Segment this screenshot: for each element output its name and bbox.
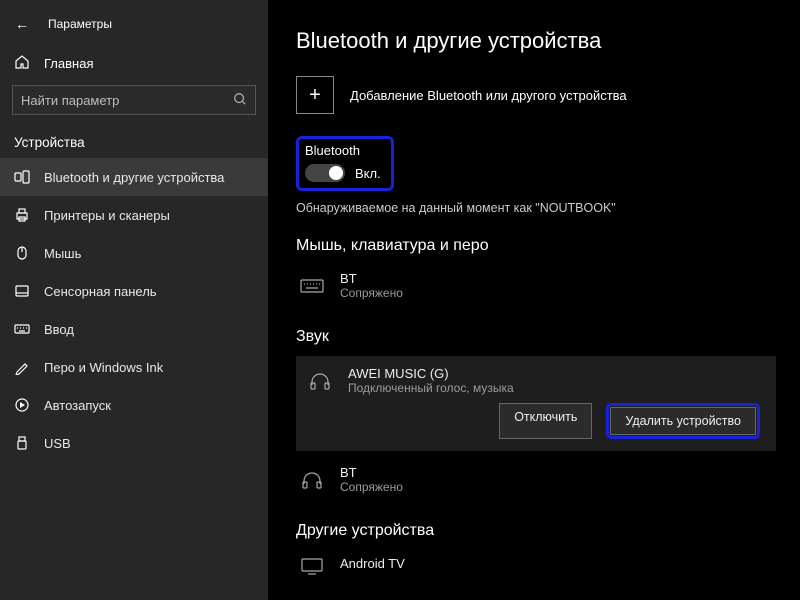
search-placeholder: Найти параметр [21,93,119,108]
headphones-icon [298,470,326,490]
bluetooth-toggle[interactable] [305,164,345,182]
section-other: Другие устройства Android TV [296,522,776,582]
device-row-keyboard[interactable]: BT Сопряжено [296,265,776,306]
section-heading: Мышь, клавиатура и перо [296,237,776,255]
nav-home-label: Главная [44,56,93,71]
main-content: Bluetooth и другие устройства + Добавлен… [268,0,800,600]
bluetooth-label: Bluetooth [305,143,381,158]
remove-highlight: Удалить устройство [606,403,760,439]
section-sound: Звук AWEI MUSIC (G) Подключенный голос, … [296,328,776,500]
device-row-bt[interactable]: BT Сопряжено [296,459,776,500]
add-button[interactable]: + [296,76,334,114]
plus-icon: + [309,84,321,107]
device-name: Android TV [340,556,405,571]
bluetooth-devices-icon [14,169,30,185]
search-icon [233,92,247,109]
add-label: Добавление Bluetooth или другого устройс… [350,88,627,103]
mouse-icon [14,245,30,261]
window-header: ← Параметры [0,8,268,46]
keyboard-icon [298,276,326,296]
window-title: Параметры [48,17,112,31]
home-icon [14,54,30,73]
nav-item-label: Автозапуск [44,398,111,413]
nav-item-label: Принтеры и сканеры [44,208,170,223]
touchpad-icon [14,283,30,299]
nav-typing[interactable]: Ввод [0,310,268,348]
nav-item-label: Перо и Windows Ink [44,360,163,375]
back-arrow-icon[interactable]: ← [14,16,30,32]
page-title: Bluetooth и другие устройства [296,28,776,54]
nav-item-label: Bluetooth и другие устройства [44,170,224,185]
device-card-awei[interactable]: AWEI MUSIC (G) Подключенный голос, музык… [296,356,776,451]
nav-usb[interactable]: USB [0,424,268,462]
nav-item-label: Мышь [44,246,81,261]
nav-item-label: Ввод [44,322,74,337]
autoplay-icon [14,397,30,413]
section-heading: Звук [296,328,776,346]
remove-device-button[interactable]: Удалить устройство [610,407,756,435]
device-status: Подключенный голос, музыка [348,381,514,395]
nav-printers[interactable]: Принтеры и сканеры [0,196,268,234]
sidebar-group-title: Устройства [0,127,268,158]
device-name: BT [340,271,403,286]
bluetooth-toggle-block: Bluetooth Вкл. [296,136,394,191]
nav-item-label: USB [44,436,71,451]
keyboard-icon [14,321,30,337]
device-status: Сопряжено [340,286,403,300]
add-device-row[interactable]: + Добавление Bluetooth или другого устро… [296,76,776,114]
sidebar: ← Параметры Главная Найти параметр Устро… [0,0,268,600]
headphones-icon [306,371,334,391]
toggle-knob [329,166,343,180]
section-mouse-keyboard: Мышь, клавиатура и перо BT Сопряжено [296,237,776,306]
disconnect-button[interactable]: Отключить [499,403,592,439]
nav-touchpad[interactable]: Сенсорная панель [0,272,268,310]
device-status: Сопряжено [340,480,403,494]
nav-mouse[interactable]: Мышь [0,234,268,272]
nav-home[interactable]: Главная [0,46,268,83]
nav-item-label: Сенсорная панель [44,284,157,299]
device-name: BT [340,465,403,480]
nav-pen[interactable]: Перо и Windows Ink [0,348,268,386]
display-icon [298,556,326,576]
usb-icon [14,435,30,451]
nav-bluetooth[interactable]: Bluetooth и другие устройства [0,158,268,196]
device-name: AWEI MUSIC (G) [348,366,514,381]
discoverable-text: Обнаруживаемое на данный момент как "NOU… [296,201,776,215]
printer-icon [14,207,30,223]
bluetooth-state: Вкл. [355,166,381,181]
device-row-tv[interactable]: Android TV [296,550,776,582]
nav-autoplay[interactable]: Автозапуск [0,386,268,424]
pen-icon [14,359,30,375]
section-heading: Другие устройства [296,522,776,540]
search-input[interactable]: Найти параметр [12,85,256,115]
